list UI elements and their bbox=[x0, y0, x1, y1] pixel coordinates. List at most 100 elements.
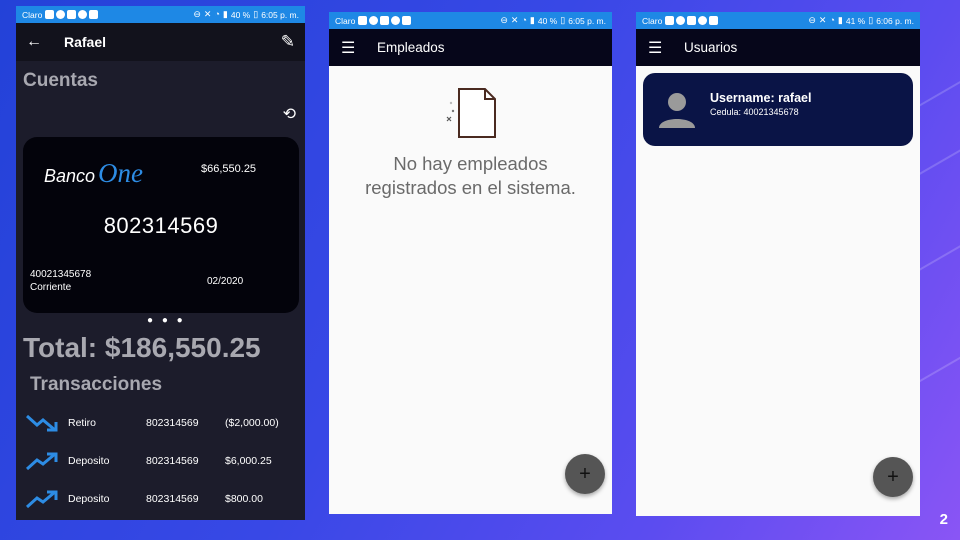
battery-level: 40 % bbox=[230, 9, 251, 20]
transaction-row[interactable]: Deposito 802314569 $6,000.25 bbox=[16, 442, 305, 480]
add-employee-button[interactable]: + bbox=[565, 454, 605, 494]
notification-icons bbox=[45, 10, 99, 19]
app-notification-icon bbox=[45, 10, 55, 19]
add-user-button[interactable]: + bbox=[873, 457, 913, 497]
clock: 6:05 p. m. bbox=[261, 9, 299, 20]
signal-icon: ▮ bbox=[837, 15, 843, 25]
slide-number: 2 bbox=[939, 511, 948, 528]
battery-icon: ▯ bbox=[560, 15, 566, 25]
card-account-number: 802314569 bbox=[103, 213, 219, 238]
app-bar: ☰ Usuarios bbox=[636, 29, 920, 66]
status-bar: Claro ⊖ ✕ ◔ ▮ 41 % ▯ 6:06 p. m. bbox=[636, 12, 920, 29]
transaction-account: 802314569 bbox=[146, 417, 199, 429]
youtube-icon bbox=[687, 16, 697, 25]
battery-level: 41 % bbox=[845, 15, 866, 26]
share-icon bbox=[78, 10, 88, 19]
mute-icon: ✕ bbox=[510, 15, 519, 25]
account-screen: Claro ⊖ ✕ ◔ ▮ 40 % ▯ 6:05 p. m. ← Rafael… bbox=[16, 6, 305, 520]
transaction-account: 802314569 bbox=[146, 493, 199, 505]
share-icon bbox=[698, 16, 708, 25]
carrier-label: Claro bbox=[335, 15, 356, 26]
users-screen: Claro ⊖ ✕ ◔ ▮ 41 % ▯ 6:06 p. m. ☰ Usuari… bbox=[636, 12, 920, 516]
card-owner-info: 40021345678 Corriente bbox=[30, 268, 91, 294]
notification-icons bbox=[358, 16, 412, 25]
carrier-label: Claro bbox=[22, 9, 43, 20]
share-icon bbox=[391, 16, 401, 25]
image-icon bbox=[402, 16, 412, 25]
page-title: Empleados bbox=[377, 40, 445, 55]
page-indicator-dots[interactable]: ● ● ● bbox=[147, 315, 186, 326]
total-balance: Total: $186,550.25 bbox=[23, 332, 261, 363]
card-date: 02/2020 bbox=[207, 276, 244, 287]
edit-pencil-icon[interactable]: ✎ bbox=[281, 32, 295, 52]
back-arrow-icon[interactable]: ← bbox=[26, 33, 52, 51]
youtube-icon bbox=[380, 16, 390, 25]
trend-up-icon bbox=[16, 451, 68, 471]
app-bar: ☰ Empleados bbox=[329, 29, 612, 66]
mute-icon: ✕ bbox=[818, 15, 827, 25]
system-icons: ⊖ ✕ ◔ ▮ 40 % ▯ 6:05 p. m. bbox=[193, 10, 299, 20]
empty-state-line: registrados en el sistema. bbox=[365, 177, 576, 198]
page-title: Usuarios bbox=[684, 40, 738, 55]
accounts-heading: Cuentas bbox=[23, 70, 98, 91]
signal-icon: ▮ bbox=[529, 15, 535, 25]
app-notification-icon bbox=[358, 16, 368, 25]
transaction-row[interactable]: Retiro 802314569 ($2,000.00) bbox=[16, 404, 305, 442]
transaction-amount: ($2,000.00) bbox=[225, 417, 279, 429]
do-not-disturb-icon: ⊖ bbox=[500, 15, 508, 25]
clock: 6:06 p. m. bbox=[876, 15, 914, 26]
whatsapp-icon bbox=[369, 16, 379, 25]
empty-state-message: No hay empleados registrados en el siste… bbox=[329, 152, 612, 200]
carrier-label: Claro bbox=[642, 15, 663, 26]
bank-logo-accent: One bbox=[98, 158, 144, 188]
user-cedula: Cedula: 40021345678 bbox=[710, 107, 799, 117]
battery-level: 40 % bbox=[537, 15, 558, 26]
transaction-amount: $6,000.25 bbox=[225, 455, 272, 467]
youtube-icon bbox=[67, 10, 77, 19]
empty-document-icon bbox=[445, 87, 501, 146]
status-bar: Claro ⊖ ✕ ◔ ▮ 40 % ▯ 6:05 p. m. bbox=[16, 6, 305, 23]
trend-down-icon bbox=[16, 413, 68, 433]
user-username: Username: rafael bbox=[710, 91, 812, 105]
whatsapp-icon bbox=[56, 10, 66, 19]
transaction-amount: $800.00 bbox=[225, 493, 263, 505]
transaction-type: Retiro bbox=[68, 417, 97, 429]
transaction-account: 802314569 bbox=[146, 455, 199, 467]
wifi-icon: ◔ bbox=[829, 15, 835, 25]
empty-state-line: No hay empleados bbox=[393, 153, 548, 174]
do-not-disturb-icon: ⊖ bbox=[808, 15, 816, 25]
transactions-heading: Transacciones bbox=[30, 374, 163, 395]
refresh-icon[interactable]: ⟲ bbox=[283, 104, 296, 124]
trend-up-icon bbox=[16, 489, 68, 509]
page-title: Rafael bbox=[64, 34, 107, 50]
hamburger-menu-icon[interactable]: ☰ bbox=[648, 38, 672, 58]
battery-icon: ▯ bbox=[253, 9, 259, 19]
battery-icon: ▯ bbox=[868, 15, 874, 25]
wifi-icon: ◔ bbox=[214, 9, 220, 19]
bank-logo: Banco One bbox=[44, 158, 143, 189]
bank-logo-text: Banco bbox=[44, 166, 96, 186]
status-bar: Claro ⊖ ✕ ◔ ▮ 40 % ▯ 6:05 p. m. bbox=[329, 12, 612, 29]
system-icons: ⊖ ✕ ◔ ▮ 41 % ▯ 6:06 p. m. bbox=[808, 16, 914, 26]
hamburger-menu-icon[interactable]: ☰ bbox=[341, 38, 365, 58]
do-not-disturb-icon: ⊖ bbox=[193, 9, 201, 19]
user-list-item[interactable]: Username: rafael Cedula: 40021345678 bbox=[643, 73, 913, 146]
app-bar: ← Rafael ✎ bbox=[16, 23, 305, 61]
image-icon bbox=[709, 16, 719, 25]
card-account-type: Corriente bbox=[30, 282, 72, 293]
card-cedula: 40021345678 bbox=[30, 269, 92, 280]
transaction-row[interactable]: Deposito 802314569 $800.00 bbox=[16, 480, 305, 518]
app-notification-icon bbox=[665, 16, 675, 25]
wifi-icon: ◔ bbox=[521, 15, 527, 25]
mute-icon: ✕ bbox=[203, 9, 212, 19]
transaction-type: Deposito bbox=[68, 493, 110, 505]
employees-screen: Claro ⊖ ✕ ◔ ▮ 40 % ▯ 6:05 p. m. ☰ Emplea… bbox=[329, 12, 612, 514]
system-icons: ⊖ ✕ ◔ ▮ 40 % ▯ 6:05 p. m. bbox=[500, 16, 606, 26]
signal-icon: ▮ bbox=[222, 9, 228, 19]
user-avatar-icon bbox=[657, 90, 697, 135]
image-icon bbox=[89, 10, 99, 19]
account-card[interactable]: Banco One $66,550.25 802314569 400213456… bbox=[23, 137, 299, 313]
transaction-type: Deposito bbox=[68, 455, 110, 467]
clock: 6:05 p. m. bbox=[568, 15, 606, 26]
notification-icons bbox=[665, 16, 719, 25]
